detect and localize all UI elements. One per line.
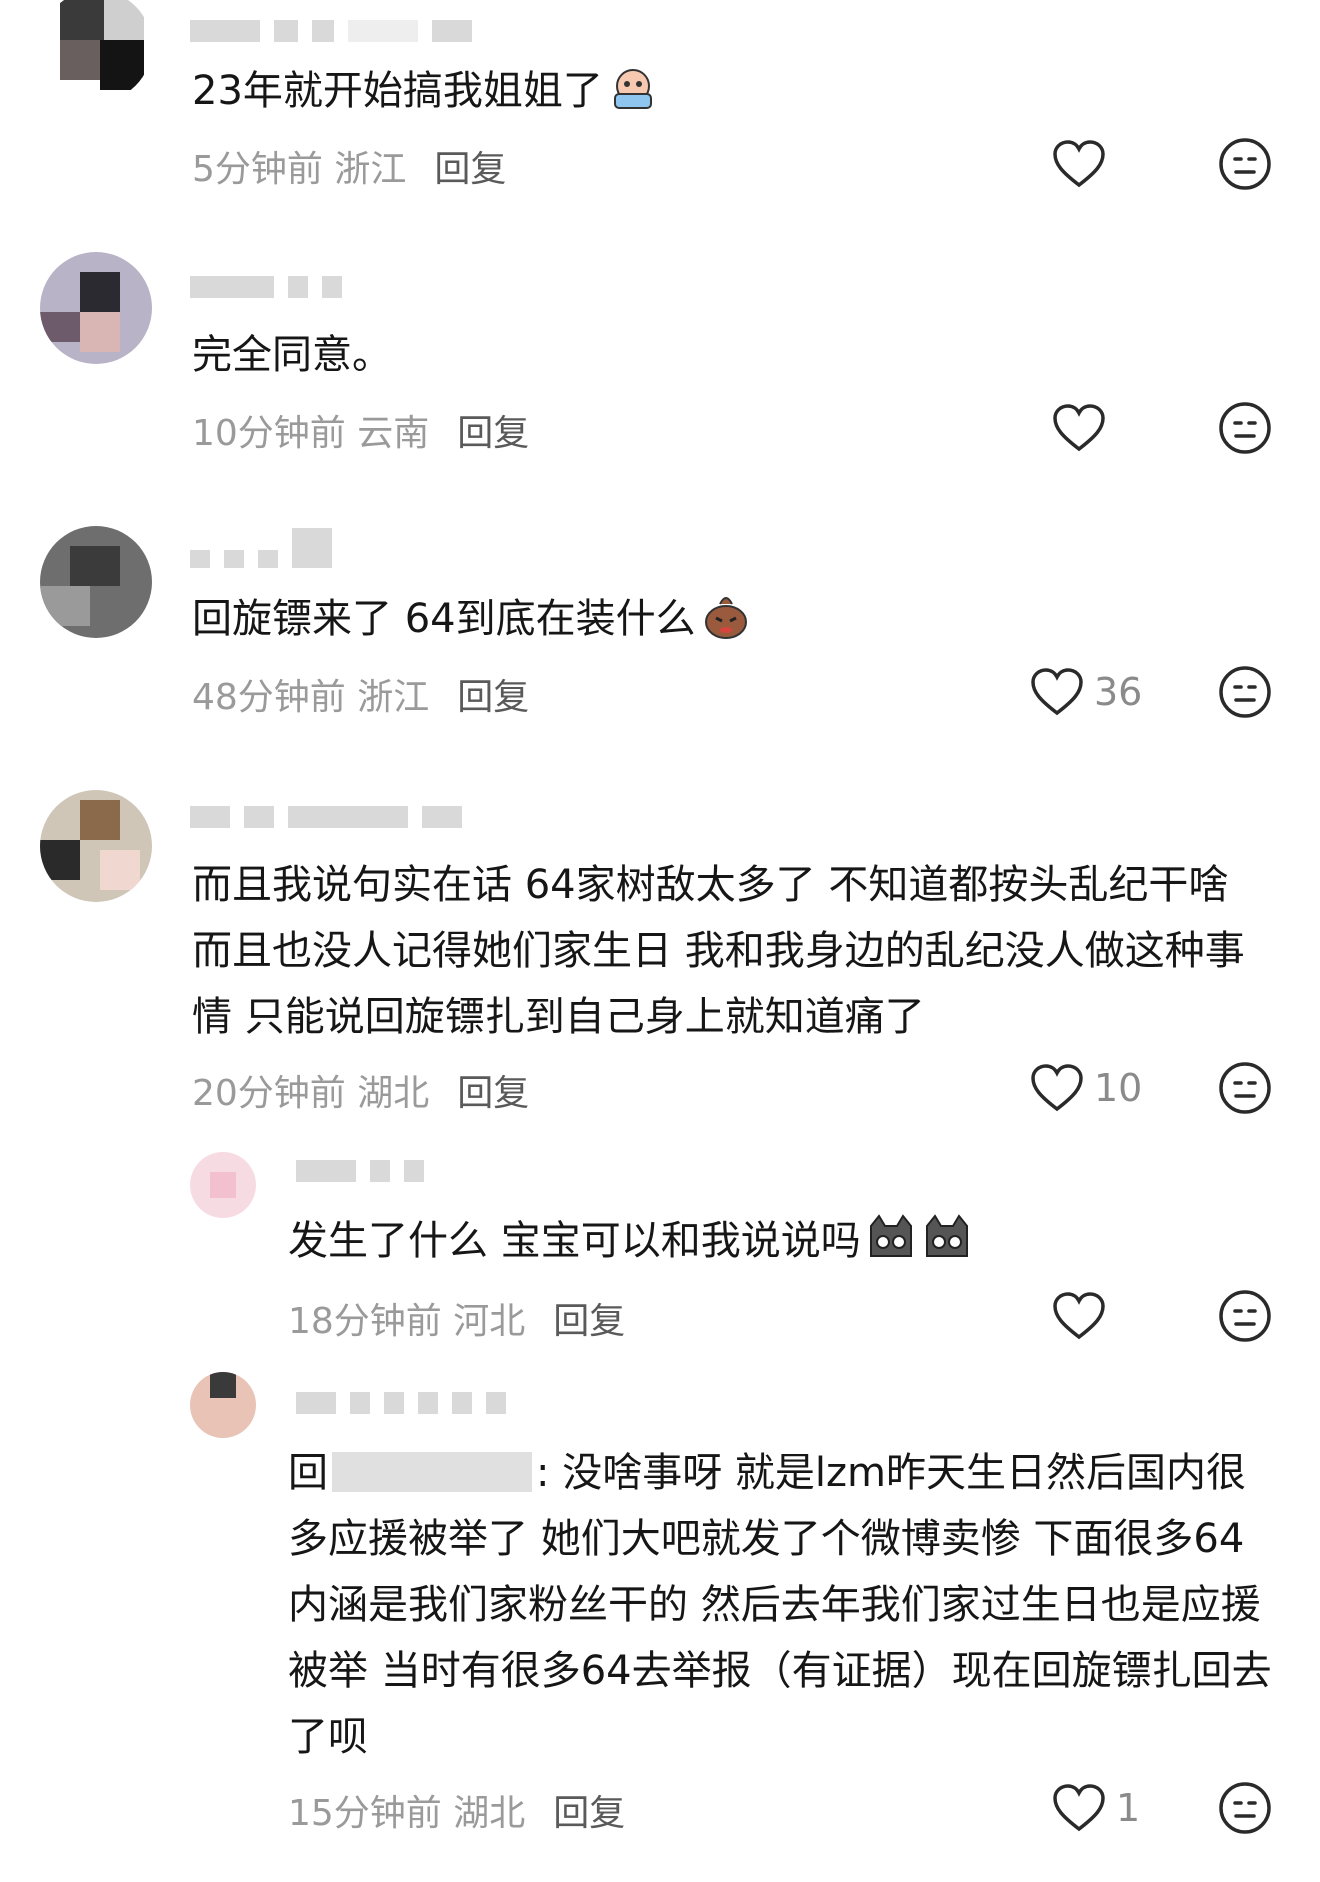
heart-outline-icon	[1031, 668, 1083, 716]
comment-meta: 48分钟前 浙江 回复	[192, 677, 530, 718]
avatar[interactable]	[190, 1152, 256, 1218]
meh-face-icon[interactable]	[1218, 1289, 1272, 1343]
like-button[interactable]: 36	[1030, 662, 1142, 722]
cat-emoji-icon	[925, 1214, 968, 1257]
avatar[interactable]	[40, 790, 152, 902]
heart-outline-icon	[1053, 404, 1105, 452]
like-button[interactable]	[1052, 1286, 1106, 1346]
meh-face-icon[interactable]	[1218, 665, 1272, 719]
like-button[interactable]: 1	[1052, 1778, 1140, 1838]
meh-face-icon[interactable]	[1218, 401, 1272, 455]
comment-text: 回: 没啥事呀 就是lzm昨天生日然后国内很多应援被举了 她们大吧就发了个微博卖…	[288, 1450, 1272, 1760]
like-button[interactable]	[1052, 134, 1106, 194]
comment-text: 回旋镖来了 64到底在装什么	[192, 586, 1272, 652]
angry-poop-emoji-icon	[704, 597, 747, 639]
comment-text: 而且我说句实在话 64家树敌太多了 不知道都按头乱纪干啥 而且也没人记得她们家生…	[192, 862, 1245, 1040]
avatar[interactable]	[40, 252, 152, 364]
meh-face-icon[interactable]	[1218, 137, 1272, 191]
comment-text: 发生了什么 宝宝可以和我说说吗	[288, 1208, 1278, 1274]
username-blurred[interactable]	[190, 528, 346, 568]
comment-text: 完全同意。	[192, 332, 392, 378]
reply-button[interactable]: 回复	[553, 1301, 625, 1342]
heart-outline-icon	[1031, 1064, 1083, 1112]
username-blurred[interactable]	[190, 20, 486, 46]
meh-face-icon[interactable]	[1218, 1061, 1272, 1115]
like-button[interactable]: 10	[1030, 1058, 1142, 1118]
meh-face-icon[interactable]	[1218, 1781, 1272, 1835]
heart-outline-icon	[1053, 140, 1105, 188]
like-count: 10	[1094, 1066, 1143, 1110]
reply-button[interactable]: 回复	[457, 1073, 529, 1114]
reply-button[interactable]: 回复	[553, 1793, 625, 1834]
like-button[interactable]	[1052, 398, 1106, 458]
reply-button[interactable]: 回复	[457, 413, 529, 454]
heart-outline-icon	[1053, 1784, 1105, 1832]
avatar[interactable]	[40, 526, 152, 638]
comment-meta: 5分钟前 浙江 回复	[192, 149, 507, 190]
like-count: 36	[1094, 670, 1143, 714]
reply-button[interactable]: 回复	[434, 149, 506, 190]
like-count: 1	[1116, 1786, 1141, 1830]
comment-meta: 18分钟前 河北 回复	[288, 1301, 626, 1342]
username-blurred[interactable]	[296, 1160, 438, 1186]
comment-text: 23年就开始搞我姐姐了	[192, 58, 1272, 124]
username-blurred[interactable]	[296, 1392, 520, 1418]
cat-emoji-icon	[869, 1214, 912, 1257]
username-blurred[interactable]	[190, 806, 476, 832]
heart-outline-icon	[1053, 1292, 1105, 1340]
comment-meta: 10分钟前 云南 回复	[192, 413, 530, 454]
mention-blurred[interactable]	[332, 1452, 532, 1492]
reply-button[interactable]: 回复	[457, 677, 529, 718]
username-blurred[interactable]	[190, 276, 356, 302]
avatar[interactable]	[190, 1372, 256, 1438]
comment-meta: 20分钟前 湖北 回复	[192, 1073, 530, 1114]
crying-emoji-icon	[613, 69, 652, 109]
comment-meta: 15分钟前 湖北 回复	[288, 1793, 626, 1834]
avatar[interactable]	[40, 0, 152, 102]
